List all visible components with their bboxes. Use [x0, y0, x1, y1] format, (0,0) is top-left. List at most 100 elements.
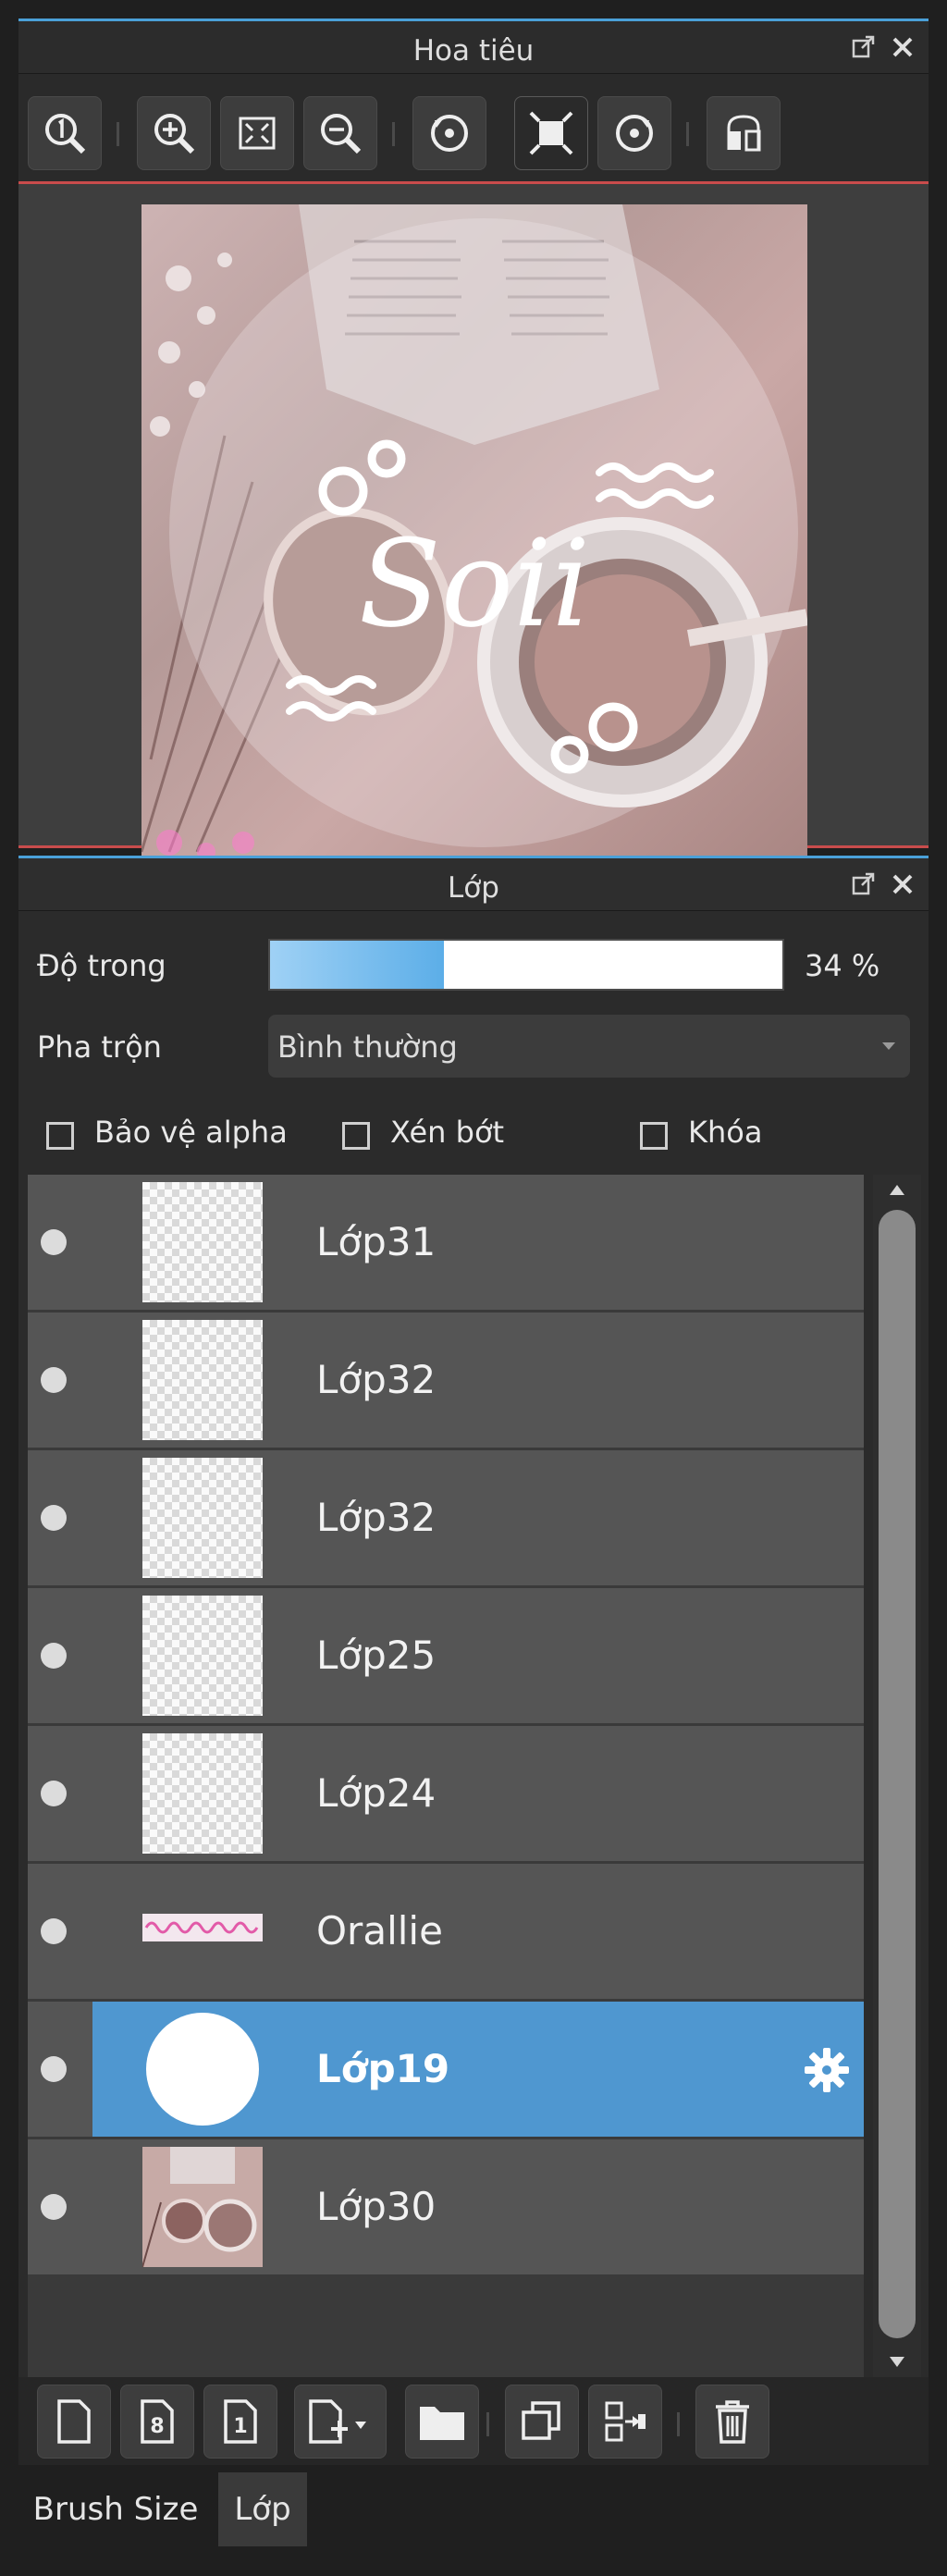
rotate-left-button[interactable] [412, 96, 486, 170]
new-layer-button[interactable] [37, 2385, 111, 2459]
layer-list-scrollbar[interactable] [873, 1175, 921, 2377]
flip-horizontal-button[interactable] [707, 96, 781, 170]
layer-name: Lớp32 [316, 1495, 437, 1540]
visibility-toggle-icon[interactable] [41, 1918, 67, 1944]
merge-down-icon [605, 2401, 646, 2442]
new-layer-icon [57, 2399, 91, 2444]
alpha-protect-checkbox[interactable] [46, 1122, 74, 1150]
layer-name: Lớp31 [316, 1219, 437, 1264]
preview-artwork: Soii [141, 204, 807, 860]
tab-layers[interactable]: Lớp [218, 2472, 307, 2546]
layer-row[interactable]: Lớp31 [28, 1175, 864, 1310]
trash-icon [716, 2400, 749, 2444]
popout-icon[interactable] [851, 871, 877, 897]
layer-thumbnail [141, 2147, 263, 2268]
scrollbar-thumb[interactable] [879, 1210, 916, 2338]
layer-thumbnail [142, 1458, 263, 1578]
layers-panel: Lớp Độ trong 34 % Pha trộn Bình thường B… [18, 856, 929, 2465]
add-layer-icon [309, 2399, 366, 2444]
layer-name: Lớp24 [316, 1770, 437, 1816]
layer-thumbnail [142, 1914, 263, 1941]
visibility-toggle-icon[interactable] [41, 2194, 67, 2220]
layers-title: Lớp [448, 871, 499, 905]
toolbar-separator [486, 2412, 489, 2436]
rotate-left-icon [431, 115, 468, 152]
layer-thumbnail [142, 1182, 263, 1302]
toolbar-separator [117, 122, 119, 146]
scroll-up-icon[interactable] [888, 1182, 906, 1197]
layer-row[interactable]: Orallie [28, 1864, 864, 1999]
lock-checkbox[interactable] [640, 1122, 668, 1150]
layer-name: Lớp30 [316, 2184, 437, 2229]
preview-text: Soii [359, 513, 590, 654]
layer-row[interactable]: Lớp30 [28, 2139, 864, 2274]
layer-row[interactable]: Lớp32 [28, 1313, 864, 1448]
visibility-toggle-icon[interactable] [41, 1781, 67, 1806]
clipping-checkbox[interactable] [342, 1122, 370, 1150]
layer-thumbnail [142, 1733, 263, 1854]
close-icon[interactable] [890, 871, 916, 897]
close-icon[interactable] [890, 34, 916, 60]
new-folder-button[interactable] [405, 2385, 479, 2459]
clipping-label: Xén bớt [390, 1115, 505, 1150]
visibility-toggle-icon[interactable] [41, 1229, 67, 1255]
layer-row[interactable]: Lớp24 [28, 1726, 864, 1861]
blend-mode-select[interactable]: Bình thường [268, 1015, 910, 1078]
zoom-100-icon [45, 114, 86, 154]
navigator-toolbar [18, 74, 929, 196]
toolbar-separator [677, 2412, 680, 2436]
layer-name: Orallie [316, 1908, 443, 1954]
fit-screen-icon [239, 117, 276, 150]
photo-layer-preview [141, 2147, 257, 2268]
flip-horizontal-icon [727, 115, 761, 152]
zoom-in-button[interactable] [137, 96, 211, 170]
layers-toolbar: 8 1 [18, 2377, 929, 2465]
layer-row[interactable]: Lớp32 [28, 1450, 864, 1585]
opacity-slider-fill [270, 941, 445, 989]
duplicate-layer-button[interactable] [505, 2385, 579, 2459]
layer-row[interactable]: Lớp25 [28, 1588, 864, 1723]
visibility-toggle-icon[interactable] [41, 1505, 67, 1531]
popout-icon[interactable] [851, 34, 877, 60]
layer-name: Lớp19 [316, 2046, 450, 2091]
blend-mode-value: Bình thường [277, 1029, 458, 1065]
fit-to-window-button[interactable] [220, 96, 294, 170]
navigator-header: Hoa tiêu [18, 21, 929, 74]
tab-brush-size[interactable]: Brush Size [18, 2472, 213, 2546]
merge-layer-button[interactable] [588, 2385, 662, 2459]
scroll-down-icon[interactable] [888, 2355, 906, 2370]
opacity-value: 34 % [805, 948, 880, 983]
toolbar-separator [686, 122, 689, 146]
layer-8bit-icon: 8 [141, 2399, 174, 2444]
alpha-protect-label: Bảo vệ alpha [94, 1115, 288, 1150]
navigator-title: Hoa tiêu [412, 34, 535, 68]
zoom-actual-size-button[interactable] [28, 96, 102, 170]
opacity-slider[interactable] [268, 939, 784, 991]
svg-text:8: 8 [150, 2415, 164, 2438]
visibility-toggle-icon[interactable] [41, 1643, 67, 1669]
duplicate-icon [522, 2401, 560, 2440]
new-8bit-layer-button[interactable]: 8 [120, 2385, 194, 2459]
navigator-preview-area[interactable]: Soii [18, 181, 929, 860]
zoom-in-icon [154, 114, 195, 154]
add-layer-dropdown-button[interactable] [294, 2385, 387, 2459]
zoom-out-icon [321, 114, 362, 154]
layer-list: Lớp31 Lớp32 Lớp32 Lớp25 Lớp24 Orallie Lớ… [28, 1175, 864, 2377]
rotate-right-icon [616, 115, 653, 152]
visibility-toggle-icon[interactable] [41, 1367, 67, 1393]
canvas-preview-image: Soii [141, 204, 807, 860]
text-layer-preview [144, 1921, 259, 1934]
layer-thumbnail [142, 1596, 263, 1716]
layer-row-selected[interactable]: Lớp19 [28, 2002, 864, 2137]
rotate-right-button[interactable] [597, 96, 671, 170]
new-1bit-layer-button[interactable]: 1 [203, 2385, 277, 2459]
reset-view-button[interactable] [514, 96, 588, 170]
delete-layer-button[interactable] [695, 2385, 769, 2459]
layer-name: Lớp25 [316, 1633, 437, 1678]
panel-tabs: Brush Size Lớp [18, 2465, 929, 2576]
gear-icon[interactable] [803, 2046, 851, 2094]
visibility-toggle-icon[interactable] [41, 2056, 67, 2082]
folder-icon [420, 2407, 464, 2440]
zoom-out-button[interactable] [303, 96, 377, 170]
opacity-label: Độ trong [37, 948, 166, 983]
